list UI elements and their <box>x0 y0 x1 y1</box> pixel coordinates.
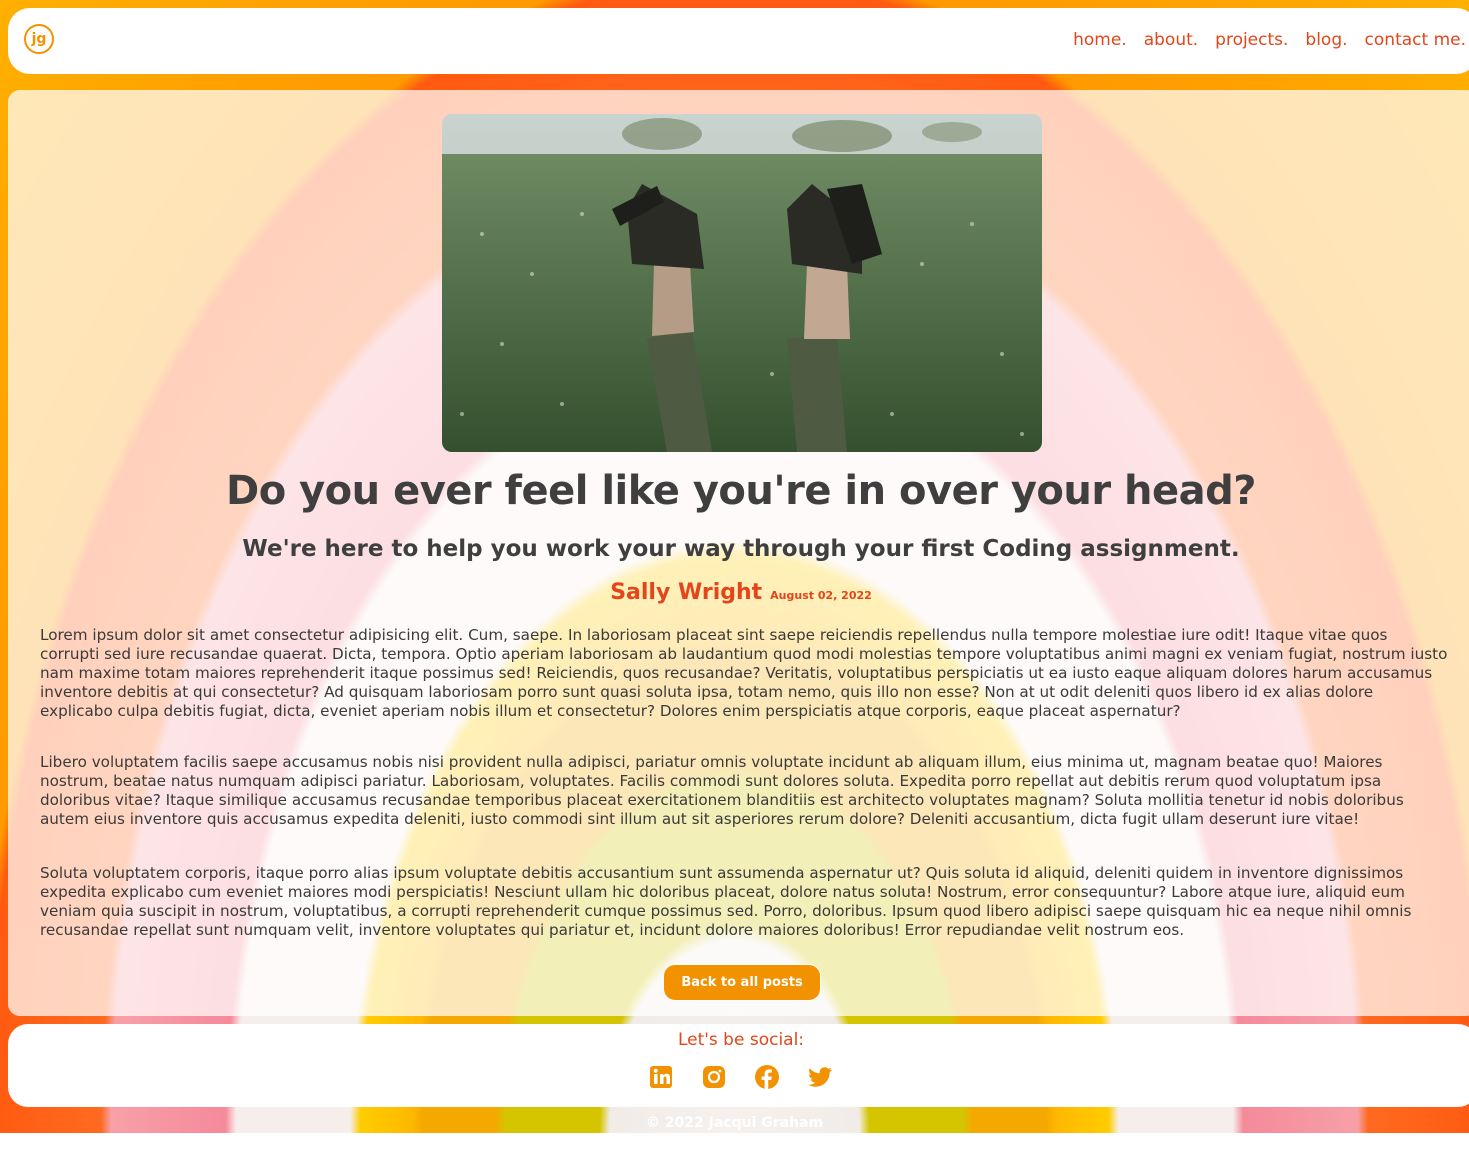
nav-link-projects[interactable]: projects. <box>1215 30 1288 50</box>
nav-link-home[interactable]: home. <box>1073 30 1127 50</box>
navbar: jg home. about. projects. blog. contact … <box>8 8 1469 74</box>
post-paragraph-3: Soluta voluptatem corporis, itaque porro… <box>40 864 1412 939</box>
post-paragraph-1: Lorem ipsum dolor sit amet consectetur a… <box>40 626 1448 720</box>
social-title: Let's be social: <box>677 1030 805 1050</box>
nav-links: home. about. projects. blog. contact me. <box>1073 30 1466 50</box>
hero-image-graphic <box>442 114 1042 452</box>
linkedin-icon[interactable] <box>648 1064 674 1090</box>
social-icons <box>648 1064 833 1090</box>
hero-image <box>442 114 1042 452</box>
nav-link-about[interactable]: about. <box>1144 30 1198 50</box>
logo[interactable]: jg <box>24 24 54 54</box>
copyright: © 2022 Jacqui Graham <box>645 1115 824 1131</box>
facebook-icon[interactable] <box>754 1064 780 1090</box>
post-card: Do you ever feel like you're in over you… <box>8 90 1469 1016</box>
back-to-posts-button[interactable]: Back to all posts <box>663 964 821 1001</box>
post-byline: Sally Wright August 02, 2022 <box>8 580 1469 605</box>
footer: Let's be social: <box>8 1024 1469 1107</box>
instagram-icon[interactable] <box>701 1064 727 1090</box>
post-date: August 02, 2022 <box>770 589 872 602</box>
post-subtitle: We're here to help you work your way thr… <box>242 536 1240 562</box>
nav-link-contact[interactable]: contact me. <box>1365 30 1466 50</box>
post-paragraph-2: Libero voluptatem facilis saepe accusamu… <box>40 753 1404 828</box>
twitter-icon[interactable] <box>807 1064 833 1090</box>
post-author: Sally Wright <box>610 580 763 605</box>
nav-link-blog[interactable]: blog. <box>1305 30 1347 50</box>
post-title: Do you ever feel like you're in over you… <box>226 468 1256 514</box>
